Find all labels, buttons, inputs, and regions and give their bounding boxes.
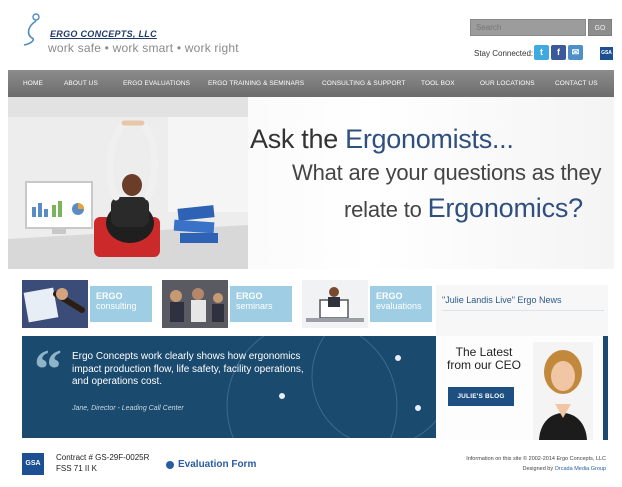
- nav-ergo-training[interactable]: Ergo Training & Seminars: [208, 80, 304, 87]
- contract-info: Contract # GS-29F-0025R FSS 71 II K: [56, 452, 149, 474]
- consulting-image: [22, 280, 88, 328]
- services-row: ERGO consulting ERGO seminars ERGO evaluati…: [22, 280, 432, 328]
- facebook-icon[interactable]: f: [551, 45, 566, 60]
- ceo-panel: The Latest from our CEO JULIE'S BLOG: [436, 336, 608, 440]
- testimonial-text: Ergo Concepts work clearly shows how erg…: [72, 351, 304, 387]
- designer-credit: Designed by Orcada Media Group: [522, 466, 606, 472]
- tagline: work safe • work smart • work right: [48, 41, 239, 55]
- evaluations-image: [302, 280, 368, 328]
- hero-tagline: relate to Ergonomics?: [344, 193, 583, 223]
- logo-swirl-icon: [23, 13, 40, 46]
- hero-stretching-woman-image: [8, 97, 248, 269]
- news-box: "Julie Landis Live" Ergo News The Latest…: [436, 285, 608, 440]
- main-nav: Home About Us Ergo Evaluations Ergo Trai…: [8, 70, 614, 97]
- gsa-logo-small[interactable]: GSA: [600, 47, 613, 60]
- nav-ergo-evaluations[interactable]: Ergo Evaluations: [123, 80, 190, 87]
- service-consulting-label: ERGO consulting: [90, 286, 152, 322]
- twitter-icon[interactable]: t: [534, 45, 549, 60]
- contract-number: Contract # GS-29F-0025R: [56, 453, 150, 462]
- email-icon[interactable]: ✉: [568, 45, 583, 60]
- seminars-image: [162, 280, 228, 328]
- service-consulting[interactable]: ERGO consulting: [22, 280, 158, 328]
- designer-link[interactable]: Orcada Media Group: [555, 466, 606, 472]
- nav-our-locations[interactable]: Our Locations: [480, 80, 535, 87]
- julies-blog-button[interactable]: JULIE'S BLOG: [448, 387, 514, 406]
- nav-home[interactable]: Home: [23, 80, 43, 87]
- fss-code: FSS 71 II K: [56, 464, 97, 473]
- nav-about-us[interactable]: About Us: [64, 80, 98, 87]
- news-divider: [442, 310, 604, 311]
- hero-banner[interactable]: Ask the Ergonomists... What are your que…: [8, 97, 614, 269]
- gsa-logo[interactable]: GSA: [22, 453, 44, 475]
- site-header: ERGO CONCEPTS, LLC work safe • work smar…: [0, 0, 622, 70]
- testimonial-attribution: Jane, Director - Leading Call Center: [72, 405, 184, 412]
- service-seminars[interactable]: ERGO seminars: [162, 280, 298, 328]
- nav-contact-us[interactable]: Contact Us: [555, 80, 598, 87]
- nav-consulting-support[interactable]: Consulting & Support: [322, 80, 405, 87]
- go-button[interactable]: GO: [588, 19, 612, 36]
- search-input[interactable]: [470, 19, 586, 36]
- ceo-photo: [533, 342, 593, 440]
- latest-from-ceo: The Latest from our CEO: [446, 345, 521, 372]
- site-footer: GSA Contract # GS-29F-0025R FSS 71 II K …: [8, 442, 614, 487]
- copyright-info: Information on this site © 2002-2014 Erg…: [466, 454, 606, 474]
- quote-mark-icon: “: [34, 339, 62, 401]
- service-evaluations-label: ERGO evaluations: [370, 286, 432, 322]
- service-seminars-label: ERGO seminars: [230, 286, 292, 322]
- stay-connected-label: Stay Connected:: [474, 49, 534, 58]
- evaluation-form-icon[interactable]: [166, 461, 174, 469]
- copyright-text: Information on this site © 2002-2014 Erg…: [466, 456, 606, 462]
- hero-headline: Ask the Ergonomists...: [250, 124, 514, 154]
- service-evaluations[interactable]: ERGO evaluations: [302, 280, 438, 328]
- evaluation-form-link[interactable]: Evaluation Form: [178, 459, 256, 470]
- news-title[interactable]: "Julie Landis Live" Ergo News: [442, 295, 561, 305]
- testimonial-panel: “ Ergo Concepts work clearly shows how e…: [22, 336, 436, 438]
- nav-tool-box[interactable]: Tool Box: [421, 80, 455, 87]
- hero-subline: What are your questions as they: [292, 160, 602, 185]
- company-name[interactable]: ERGO CONCEPTS, LLC: [50, 29, 157, 39]
